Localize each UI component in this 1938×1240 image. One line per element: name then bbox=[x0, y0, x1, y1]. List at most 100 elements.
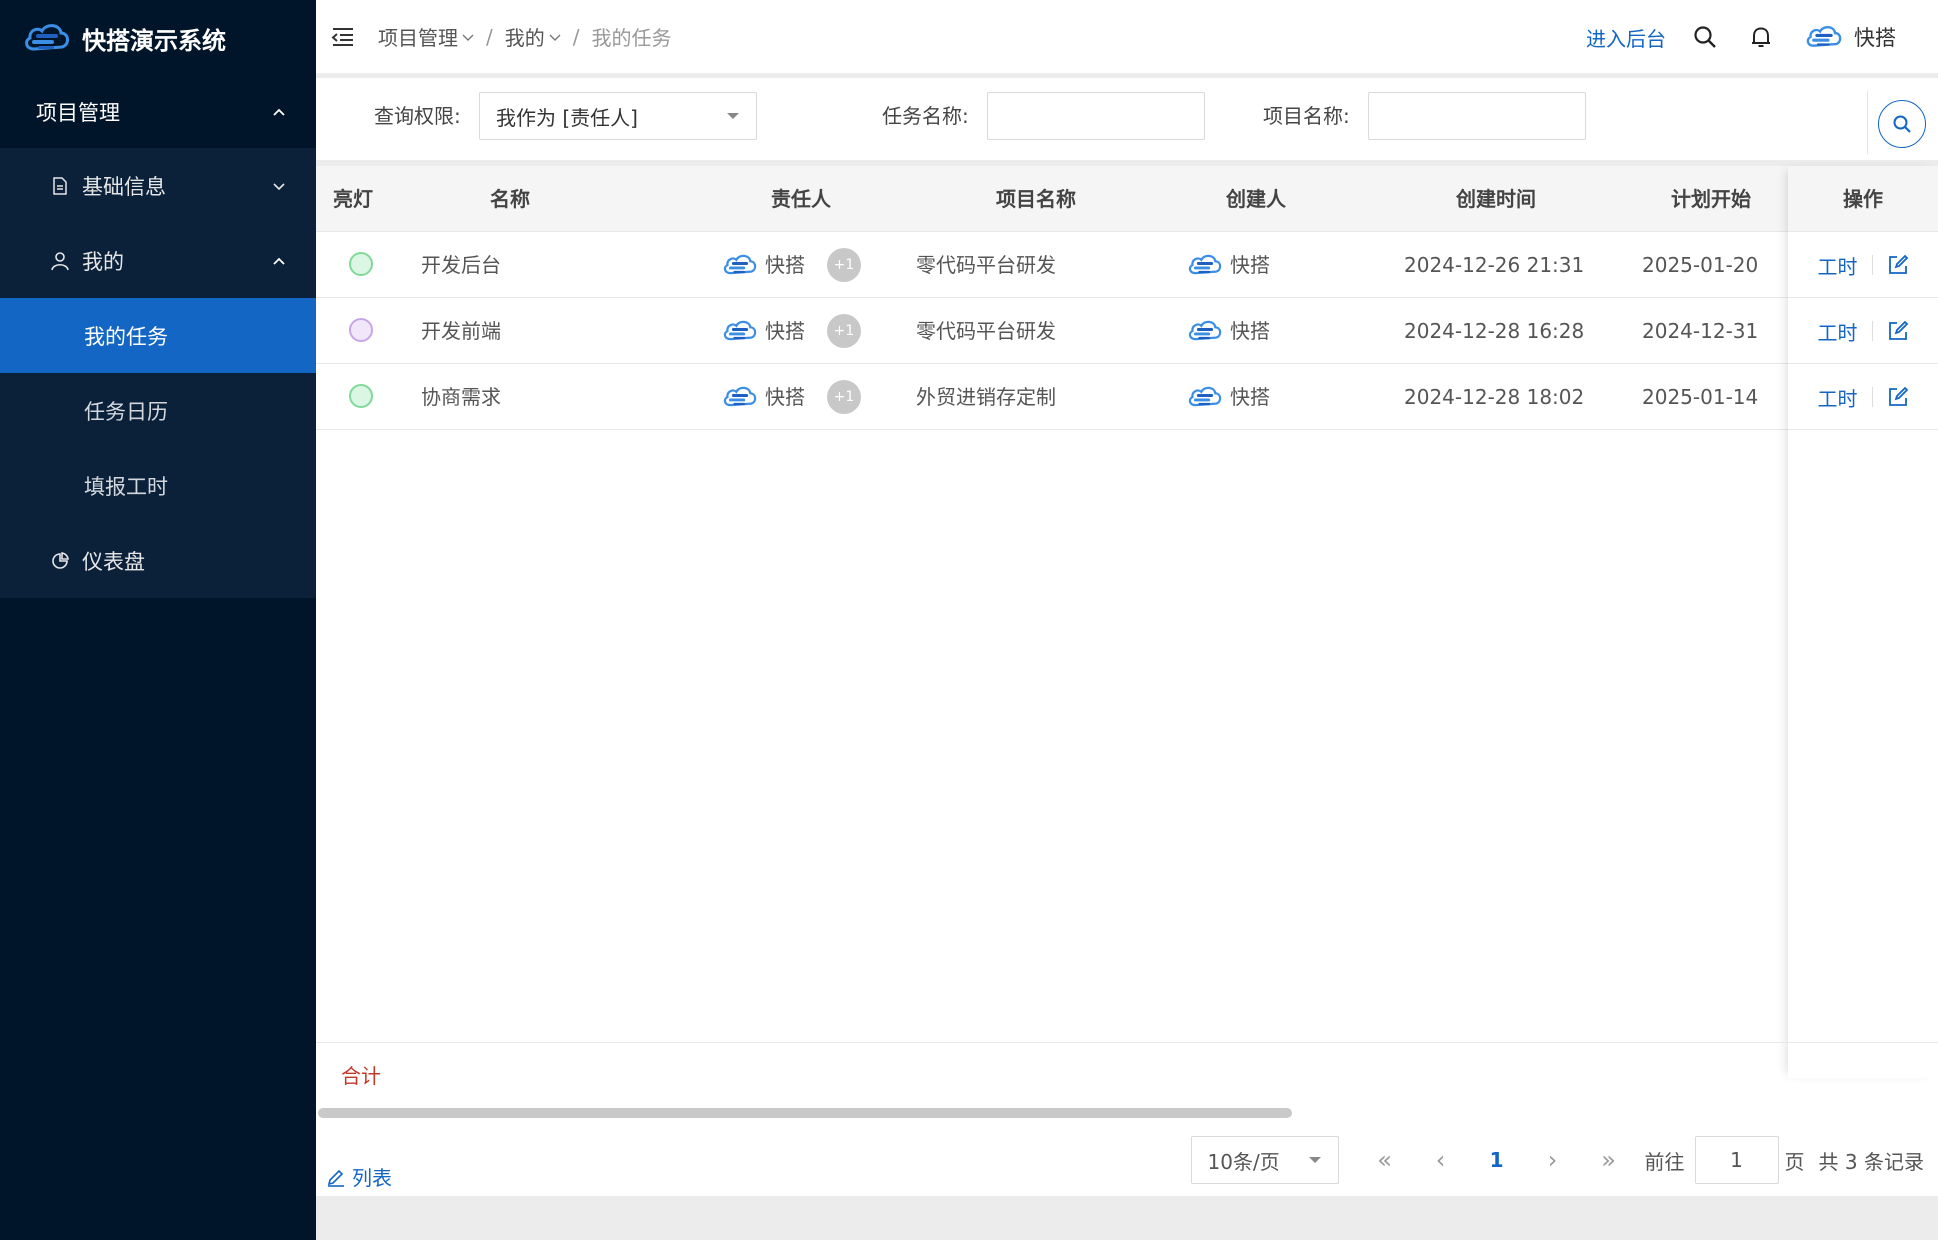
more-owners-badge[interactable]: +1 bbox=[827, 380, 861, 414]
task-name[interactable]: 协商需求 bbox=[421, 364, 501, 430]
page-size-select[interactable]: 10条/页 bbox=[1190, 1136, 1339, 1184]
chevron-up-icon bbox=[273, 108, 285, 116]
app-title: 快搭演示系统 bbox=[82, 26, 226, 55]
enter-admin-link[interactable]: 进入后台 bbox=[1586, 23, 1666, 52]
breadcrumb-item-mine[interactable]: 我的 bbox=[505, 22, 561, 51]
top-header: 项目管理 / 我的 / 我的任务 进入后台 快搭 bbox=[316, 0, 1938, 74]
search-icon[interactable] bbox=[1692, 24, 1718, 50]
page-size-value: 10条/页 bbox=[1207, 1149, 1280, 1174]
created-time: 2024-12-28 18:02 bbox=[1404, 385, 1585, 409]
row-actions: 工时 bbox=[1788, 298, 1938, 364]
page-unit-label: 页 bbox=[1784, 1149, 1805, 1174]
list-label: 列表 bbox=[352, 1166, 392, 1190]
project-name: 零代码平台研发 bbox=[916, 253, 1056, 277]
project-name-input[interactable] bbox=[1368, 92, 1586, 140]
sidebar-item-task-calendar[interactable]: 任务日历 bbox=[0, 373, 316, 448]
task-name[interactable]: 开发后台 bbox=[421, 232, 501, 298]
avatar bbox=[721, 317, 759, 345]
breadcrumb-item-project[interactable]: 项目管理 bbox=[378, 22, 474, 51]
sidebar-item-mine[interactable]: 我的 bbox=[0, 223, 316, 298]
hours-button[interactable]: 工时 bbox=[1818, 317, 1858, 346]
menu-project-management[interactable]: 项目管理 bbox=[0, 76, 316, 148]
table-row[interactable]: 开发前端 快搭 +1 零代码平台研发 快搭 2024-12-28 16:28 20… bbox=[316, 298, 1938, 364]
user-name: 快搭 bbox=[1854, 26, 1896, 50]
search-button[interactable] bbox=[1878, 100, 1926, 148]
sidebar-item-dashboard[interactable]: 仪表盘 bbox=[0, 523, 316, 598]
app-logo[interactable]: 快搭演示系统 bbox=[0, 0, 316, 76]
chevron-down-icon bbox=[273, 182, 285, 190]
avatar bbox=[1186, 383, 1224, 411]
user-menu[interactable]: 快搭 bbox=[1804, 22, 1896, 52]
divider bbox=[1871, 321, 1873, 341]
avatar bbox=[1804, 22, 1844, 52]
avatar bbox=[1186, 317, 1224, 345]
goto-label: 前往 bbox=[1644, 1149, 1685, 1174]
task-name-label: 任务名称: bbox=[882, 104, 969, 128]
owner-name: 快搭 bbox=[765, 253, 805, 277]
col-project[interactable]: 项目名称 bbox=[916, 166, 1156, 232]
last-page-button[interactable]: » bbox=[1581, 1146, 1637, 1174]
task-table-panel: 亮灯 名称 责任人 项目名称 创建人 创建时间 计划开始 操作 开发后台 快搭 +… bbox=[316, 166, 1938, 1196]
sidebar-item-basic-info[interactable]: 基础信息 bbox=[0, 148, 316, 223]
owner-cell: 快搭 +1 bbox=[721, 364, 861, 430]
created-time: 2024-12-28 16:28 bbox=[1404, 319, 1585, 343]
col-light[interactable]: 亮灯 bbox=[316, 166, 390, 232]
caret-down-icon bbox=[1308, 1157, 1321, 1163]
table-row[interactable]: 开发后台 快搭 +1 零代码平台研发 快搭 2024-12-26 21:31 20… bbox=[316, 232, 1938, 298]
avatar bbox=[721, 383, 759, 411]
edit-icon[interactable] bbox=[1887, 386, 1909, 408]
pagination: 10条/页 « ‹ 1 › » 前往 1 页 共 3 条记录 bbox=[1190, 1136, 1924, 1184]
scope-label: 查询权限: bbox=[374, 104, 461, 128]
breadcrumb-separator: / bbox=[486, 24, 493, 49]
col-name[interactable]: 名称 bbox=[390, 166, 630, 232]
bell-icon[interactable] bbox=[1748, 24, 1774, 50]
plan-start: 2025-01-20 bbox=[1642, 253, 1759, 277]
col-created[interactable]: 创建时间 bbox=[1376, 166, 1616, 232]
breadcrumb: 项目管理 / 我的 / 我的任务 bbox=[378, 22, 672, 51]
hours-button[interactable]: 工时 bbox=[1818, 251, 1858, 280]
summary-label: 合计 bbox=[341, 1064, 381, 1088]
col-creator[interactable]: 创建人 bbox=[1176, 166, 1336, 232]
edit-icon[interactable] bbox=[1887, 254, 1909, 276]
goto-page-input[interactable]: 1 bbox=[1694, 1136, 1779, 1184]
task-name-input[interactable] bbox=[987, 92, 1205, 140]
sidebar-item-label: 基础信息 bbox=[82, 174, 166, 199]
more-owners-badge[interactable]: +1 bbox=[827, 248, 861, 282]
row-actions: 工时 bbox=[1788, 232, 1938, 298]
creator-cell: 快搭 bbox=[1186, 364, 1270, 430]
creator-cell: 快搭 bbox=[1186, 232, 1270, 298]
divider bbox=[1871, 387, 1873, 407]
table-row[interactable]: 协商需求 快搭 +1 外贸进销存定制 快搭 2024-12-28 18:02 20… bbox=[316, 364, 1938, 430]
col-owner[interactable]: 责任人 bbox=[716, 166, 886, 232]
row-actions: 工时 bbox=[1788, 364, 1938, 430]
project-name: 外贸进销存定制 bbox=[916, 385, 1056, 409]
scope-select[interactable]: 我作为 [责任人] bbox=[479, 92, 757, 140]
sidebar-item-report-hours[interactable]: 填报工时 bbox=[0, 448, 316, 523]
menu-fold-icon[interactable] bbox=[330, 24, 356, 50]
more-owners-badge[interactable]: +1 bbox=[827, 314, 861, 348]
chevron-down-icon bbox=[462, 34, 474, 41]
summary-row: 合计 bbox=[316, 1042, 1938, 1108]
list-view-toggle[interactable]: 列表 bbox=[326, 1162, 392, 1191]
cloud-logo-icon bbox=[22, 19, 72, 57]
horizontal-scrollbar[interactable] bbox=[318, 1108, 1292, 1118]
prev-page-button[interactable]: ‹ bbox=[1413, 1146, 1469, 1174]
creator-name: 快搭 bbox=[1230, 319, 1270, 343]
page-number[interactable]: 1 bbox=[1469, 1148, 1525, 1172]
col-plan-start[interactable]: 计划开始 bbox=[1636, 166, 1786, 232]
owner-name: 快搭 bbox=[765, 319, 805, 343]
first-page-button[interactable]: « bbox=[1357, 1146, 1413, 1174]
task-name[interactable]: 开发前端 bbox=[421, 298, 501, 364]
col-ops: 操作 bbox=[1843, 187, 1883, 211]
table-header: 亮灯 名称 责任人 项目名称 创建人 创建时间 计划开始 操作 bbox=[316, 166, 1938, 232]
sidebar-item-my-tasks[interactable]: 我的任务 bbox=[0, 298, 316, 373]
owner-name: 快搭 bbox=[765, 385, 805, 409]
next-page-button[interactable]: › bbox=[1525, 1146, 1581, 1174]
menu-project-management-label: 项目管理 bbox=[36, 101, 120, 125]
breadcrumb-label: 项目管理 bbox=[378, 26, 458, 50]
project-name-label: 项目名称: bbox=[1263, 104, 1350, 128]
edit-icon[interactable] bbox=[1887, 320, 1909, 342]
status-light bbox=[349, 318, 373, 342]
hours-button[interactable]: 工时 bbox=[1818, 383, 1858, 412]
total-records: 共 3 条记录 bbox=[1818, 1149, 1924, 1174]
